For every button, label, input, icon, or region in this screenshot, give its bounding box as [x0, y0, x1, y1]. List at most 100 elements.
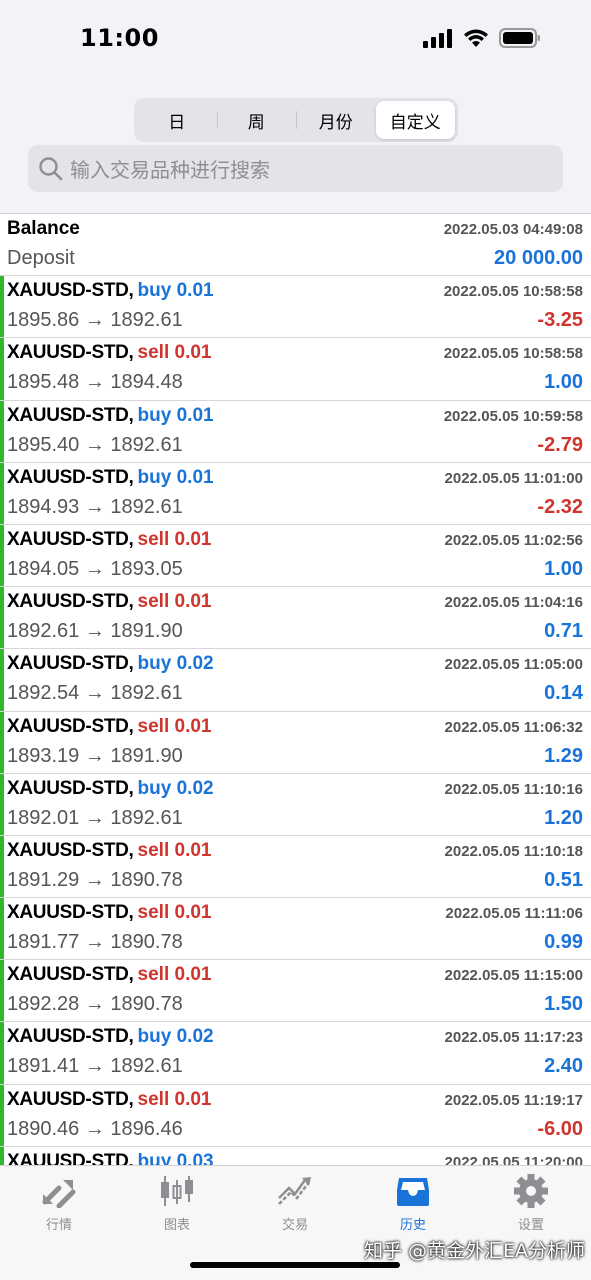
- deal-profit: 1.00: [544, 557, 583, 580]
- deal-side-volume: sell 0.01: [137, 342, 212, 364]
- deal-symbol: XAUUSD-STD,: [7, 902, 134, 924]
- settings-icon: [514, 1174, 548, 1208]
- deal-profit: 1.29: [544, 744, 583, 767]
- deal-profit: 0.14: [544, 682, 583, 705]
- row-indicator: [0, 1146, 4, 1165]
- deal-profit: 1.50: [544, 993, 583, 1016]
- deal-prices: 1892.54 → 1892.61: [7, 682, 183, 705]
- deal-profit: 1.20: [544, 806, 583, 829]
- deal-prices: 1892.61 → 1891.90: [7, 620, 183, 643]
- tab-trade[interactable]: 交易: [245, 1174, 345, 1233]
- tab-chart-label: 图表: [163, 1218, 190, 1233]
- deal-datetime: 2022.05.05 11:06:32: [444, 718, 583, 736]
- deal-row[interactable]: XAUUSD-STD, sell 0.01 2022.05.05 11:15:00 1…: [0, 960, 591, 1023]
- deal-symbol: XAUUSD-STD,: [7, 715, 134, 737]
- deal-profit: 2.40: [544, 1055, 583, 1078]
- deal-datetime: 2022.05.05 11:15:00: [444, 967, 583, 985]
- deal-symbol: XAUUSD-STD,: [7, 1150, 134, 1165]
- period-week-tab[interactable]: 周: [216, 101, 297, 139]
- tab-quotes[interactable]: 行情: [9, 1174, 109, 1233]
- deal-row[interactable]: XAUUSD-STD, sell 0.01 2022.05.05 11:19:17 1…: [0, 1084, 591, 1147]
- deal-symbol: XAUUSD-STD,: [7, 839, 134, 861]
- balance-row[interactable]: Balance 2022.05.03 04:49:08 Deposit 20 0…: [0, 214, 591, 277]
- tab-settings[interactable]: 设置: [481, 1174, 581, 1233]
- history-list[interactable]: Balance 2022.05.03 04:49:08 Deposit 20 0…: [0, 213, 591, 1165]
- row-indicator: [0, 773, 4, 835]
- history-icon: [397, 1178, 429, 1206]
- deal-side-volume: sell 0.01: [137, 715, 212, 737]
- deal-prices: 1893.19 → 1891.90: [7, 744, 183, 767]
- deal-row[interactable]: XAUUSD-STD, sell 0.01 2022.05.05 11:02:56 1…: [0, 524, 591, 588]
- watermark: 知乎 @黄金外汇EA分析师: [363, 1240, 585, 1262]
- deal-prices: 1891.29 → 1890.78: [7, 868, 183, 891]
- deal-row[interactable]: XAUUSD-STD, sell 0.01 2022.05.05 11:11:06 1…: [0, 898, 591, 961]
- deal-prices: 1892.28 → 1890.78: [7, 993, 183, 1016]
- deal-symbol: XAUUSD-STD,: [7, 777, 134, 799]
- deal-row[interactable]: XAUUSD-STD, sell 0.01 2022.05.05 11:04:16 1…: [0, 587, 591, 650]
- period-custom-tab[interactable]: 自定义: [375, 101, 455, 139]
- tab-chart[interactable]: 图表: [127, 1174, 227, 1233]
- status-icons: [423, 28, 541, 48]
- deal-row[interactable]: XAUUSD-STD, buy 0.03 2022.05.05 11:20:00: [0, 1146, 591, 1165]
- period-segmented-control: 日 周 月份 自定义: [134, 98, 458, 142]
- row-indicator: [0, 835, 4, 898]
- deal-datetime: 2022.05.05 11:02:56: [444, 531, 583, 549]
- deal-datetime: 2022.05.05 11:11:06: [445, 905, 583, 923]
- deal-side-volume: buy 0.01: [137, 404, 214, 426]
- deal-prices: 1891.41 → 1892.61: [7, 1055, 183, 1078]
- deal-profit: 0.71: [544, 620, 583, 643]
- period-month-tab[interactable]: 月份: [296, 101, 376, 139]
- tab-history-label: 历史: [399, 1218, 426, 1233]
- deal-symbol: XAUUSD-STD,: [7, 528, 134, 550]
- deal-side-volume: sell 0.01: [137, 591, 212, 613]
- deal-row[interactable]: XAUUSD-STD, sell 0.01 2022.05.05 11:06:32 1…: [0, 711, 591, 774]
- deal-profit: 0.51: [544, 868, 583, 891]
- deal-side-volume: buy 0.03: [137, 1150, 214, 1165]
- deal-side-volume: buy 0.02: [137, 653, 214, 675]
- status-bar: 11:00: [0, 0, 591, 80]
- period-day-tab[interactable]: 日: [137, 101, 217, 139]
- tab-history[interactable]: 历史: [363, 1174, 463, 1233]
- home-indicator[interactable]: [190, 1262, 400, 1268]
- deal-profit: -2.32: [537, 495, 583, 518]
- deal-row[interactable]: XAUUSD-STD, buy 0.02 2022.05.05 11:17:23 18…: [0, 1022, 591, 1085]
- deal-side-volume: sell 0.01: [137, 528, 212, 550]
- deal-row[interactable]: XAUUSD-STD, buy 0.02 2022.05.05 11:05:00 18…: [0, 649, 591, 712]
- deal-prices: 1895.48 → 1894.48: [7, 371, 183, 394]
- deal-profit: -2.79: [537, 433, 583, 456]
- deal-row[interactable]: XAUUSD-STD, sell 0.01 2022.05.05 11:10:18 1…: [0, 835, 591, 899]
- deal-row[interactable]: XAUUSD-STD, buy 0.01 2022.05.05 11:01:00 18…: [0, 462, 591, 525]
- row-indicator: [0, 1084, 4, 1146]
- deal-prices: 1895.40 → 1892.61: [7, 433, 183, 456]
- deal-row[interactable]: XAUUSD-STD, buy 0.02 2022.05.05 11:10:16 18…: [0, 773, 591, 836]
- row-indicator: [0, 649, 4, 711]
- deal-datetime: 2022.05.05 11:17:23: [444, 1029, 583, 1047]
- tab-quotes-label: 行情: [45, 1218, 72, 1233]
- row-indicator: [0, 711, 4, 773]
- deal-row[interactable]: XAUUSD-STD, sell 0.01 2022.05.05 10:58:58 1…: [0, 338, 591, 401]
- balance-amount: 20 000.00: [494, 247, 583, 269]
- deal-datetime: 2022.05.05 11:01:00: [444, 469, 583, 487]
- deal-side-volume: buy 0.02: [137, 777, 214, 799]
- deal-datetime: 2022.05.05 10:58:58: [443, 345, 583, 363]
- deal-side-volume: sell 0.01: [137, 839, 212, 861]
- deal-side-volume: buy 0.01: [137, 466, 214, 488]
- deal-row[interactable]: XAUUSD-STD, buy 0.01 2022.05.05 10:59:58 18…: [0, 400, 591, 463]
- deal-datetime: 2022.05.05 11:19:17: [444, 1091, 583, 1109]
- tab-settings-label: 设置: [517, 1218, 544, 1233]
- deal-symbol: XAUUSD-STD,: [7, 653, 134, 675]
- deal-symbol: XAUUSD-STD,: [7, 1088, 134, 1110]
- deal-symbol: XAUUSD-STD,: [7, 1026, 134, 1048]
- deal-prices: 1894.93 → 1892.61: [7, 495, 183, 518]
- deal-row[interactable]: XAUUSD-STD, buy 0.01 2022.05.05 10:58:58 18…: [0, 276, 591, 339]
- deal-prices: 1891.77 → 1890.78: [7, 931, 183, 954]
- balance-type: Deposit: [7, 247, 75, 269]
- deal-symbol: XAUUSD-STD,: [7, 964, 134, 986]
- deal-symbol: XAUUSD-STD,: [7, 591, 134, 613]
- chart-icon: [161, 1176, 193, 1206]
- deal-prices: 1894.05 → 1893.05: [7, 557, 183, 580]
- tab-trade-label: 交易: [281, 1218, 308, 1233]
- search-input[interactable]: 输入交易品种进行搜索: [28, 145, 563, 192]
- deal-profit: -3.25: [537, 309, 583, 332]
- row-indicator: [0, 587, 4, 649]
